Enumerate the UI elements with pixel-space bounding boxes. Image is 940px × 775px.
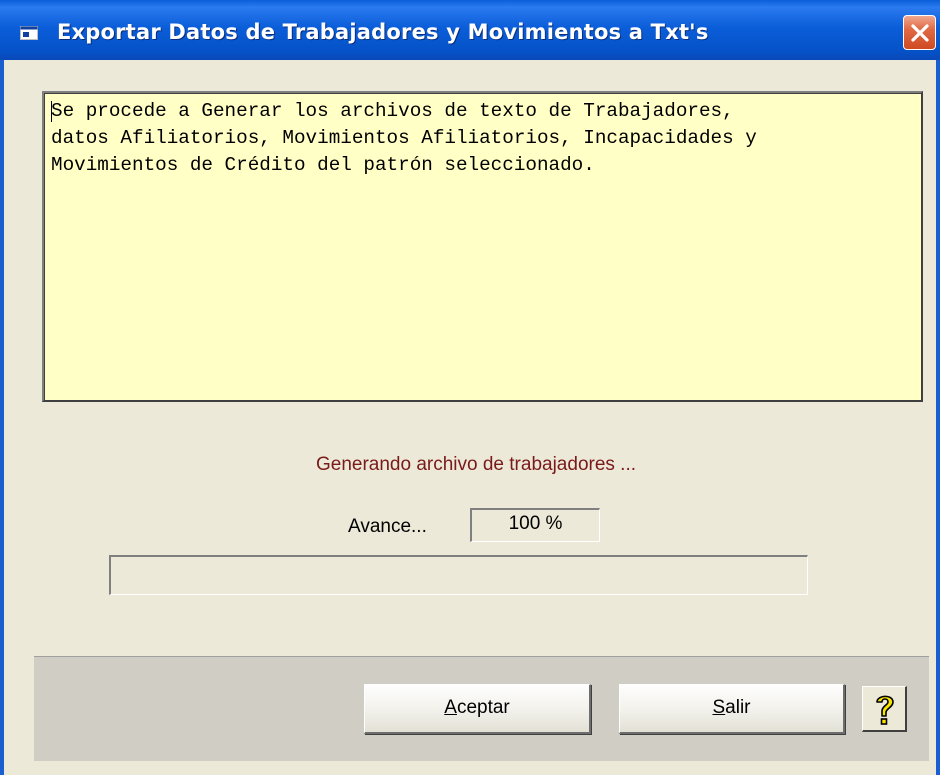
avance-label: Avance... xyxy=(348,516,427,537)
window-right-border xyxy=(936,60,940,775)
salir-button[interactable]: Salir xyxy=(619,684,845,734)
title-bar[interactable]: Exportar Datos de Trabajadores y Movimie… xyxy=(0,0,940,60)
avance-percent-field: 100 % xyxy=(470,508,600,542)
description-textbox[interactable]: Se procede a Generar los archivos de tex… xyxy=(42,91,923,402)
aceptar-button[interactable]: Aceptar xyxy=(364,684,591,734)
status-message: Generando archivo de trabajadores ... xyxy=(315,454,637,475)
export-dialog-window: Exportar Datos de Trabajadores y Movimie… xyxy=(0,0,940,775)
salir-label-rest: alir xyxy=(725,697,751,718)
description-text: Se procede a Generar los archivos de tex… xyxy=(51,100,757,176)
progress-bar xyxy=(109,555,808,595)
aceptar-label-rest: ceptar xyxy=(456,697,510,718)
window-app-icon xyxy=(20,26,38,40)
text-caret xyxy=(51,101,52,122)
help-question-icon xyxy=(876,695,894,725)
close-icon xyxy=(911,24,929,42)
help-button[interactable] xyxy=(862,686,907,732)
window-title: Exportar Datos de Trabajadores y Movimie… xyxy=(57,20,709,44)
window-left-border xyxy=(0,60,4,775)
salir-accelerator: S xyxy=(712,697,726,718)
aceptar-accelerator: A xyxy=(444,697,457,718)
close-button[interactable] xyxy=(903,15,936,50)
